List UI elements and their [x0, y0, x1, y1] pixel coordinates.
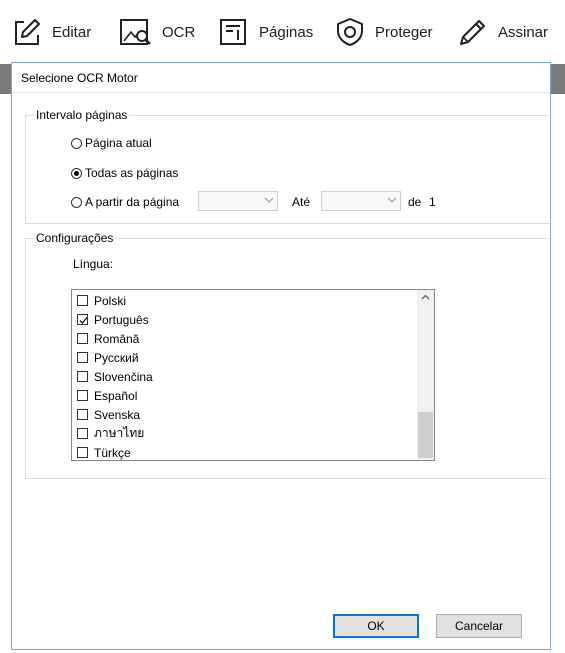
language-item[interactable]: Română — [77, 329, 139, 348]
toolbar-edit-button[interactable]: Editar — [12, 0, 91, 64]
toolbar-protect-button[interactable]: Proteger — [335, 0, 433, 64]
language-checkbox[interactable] — [77, 409, 88, 420]
language-item[interactable]: Türkçe — [77, 443, 131, 462]
language-checkbox[interactable] — [77, 352, 88, 363]
radio-from-page-label: A partir da página — [85, 195, 180, 209]
ocr-icon — [120, 19, 151, 45]
language-item[interactable]: Polski — [77, 291, 126, 310]
language-item-label: Türkçe — [94, 445, 131, 460]
language-item-label: Română — [94, 331, 140, 346]
language-listbox[interactable]: Polski Português Română Русский Slovenči… — [71, 289, 435, 461]
chevron-down-icon — [387, 197, 397, 203]
radio-current-page-label: Página atual — [85, 136, 152, 150]
language-item[interactable]: Русский — [77, 348, 139, 367]
language-item-label: Português — [94, 312, 149, 327]
to-page-select[interactable] — [321, 191, 401, 211]
language-label: Língua: — [73, 257, 114, 271]
cancel-button[interactable]: Cancelar — [436, 614, 522, 638]
language-checkbox[interactable] — [77, 428, 88, 439]
language-item-label: ภาษาไทย — [94, 426, 145, 440]
toolbar-ocr-button[interactable]: OCR — [120, 0, 195, 64]
shield-icon — [337, 18, 363, 46]
language-item-label: Slovenčina — [94, 369, 153, 384]
edit-icon — [15, 19, 40, 45]
language-item[interactable]: ภาษาไทย — [77, 424, 144, 443]
dialog-title: Selecione OCR Motor — [12, 63, 550, 93]
radio-all-pages-circle[interactable] — [71, 167, 82, 179]
chevron-up-icon[interactable] — [421, 294, 430, 300]
toolbar-sign-button[interactable]: Assinar — [458, 0, 548, 64]
total-pages: 1 — [429, 195, 436, 209]
radio-current-page-circle[interactable] — [71, 137, 82, 149]
toolbar-protect-label: Proteger — [375, 23, 433, 41]
language-checkbox[interactable] — [77, 314, 88, 325]
to-label: Até — [292, 195, 311, 209]
radio-current-page[interactable]: Página atual — [71, 136, 152, 150]
language-item-label: Svenska — [94, 407, 141, 422]
pen-icon — [460, 20, 485, 45]
main-toolbar: Editar OCR Páginas Proteger Assinar — [0, 0, 565, 64]
language-checkbox[interactable] — [77, 333, 88, 344]
language-item[interactable]: Português — [77, 310, 149, 329]
language-item[interactable]: Español — [77, 386, 137, 405]
page-range-group: Intervalo páginas Página atual Todas as … — [25, 107, 552, 224]
language-item[interactable]: Svenska — [77, 405, 140, 424]
language-checkbox[interactable] — [77, 447, 88, 458]
toolbar-edit-label: Editar — [52, 23, 92, 41]
ok-button[interactable]: OK — [333, 614, 419, 638]
scrollbar-thumb[interactable] — [418, 412, 433, 458]
from-page-select[interactable] — [198, 191, 278, 211]
toolbar-ocr-label: OCR — [162, 23, 196, 41]
settings-label: Configurações — [34, 230, 116, 246]
radio-from-page-circle[interactable] — [71, 196, 82, 208]
toolbar-pages-label: Páginas — [259, 23, 314, 41]
language-item-label: Español — [94, 388, 138, 403]
language-item-label: Русский — [94, 350, 139, 365]
toolbar-pages-button[interactable]: Páginas — [219, 0, 313, 64]
ocr-engine-dialog: Selecione OCR Motor Intervalo páginas Pá… — [11, 62, 552, 650]
language-item-label: Polski — [94, 293, 127, 308]
radio-all-pages-label: Todas as páginas — [85, 166, 179, 180]
pages-icon — [220, 19, 246, 45]
language-item[interactable]: Slovenčina — [77, 367, 153, 386]
toolbar-sign-label: Assinar — [498, 23, 549, 41]
checkmark-icon — [79, 317, 88, 324]
language-checkbox[interactable] — [77, 390, 88, 401]
radio-all-pages[interactable]: Todas as páginas — [71, 166, 178, 180]
page-range-label: Intervalo páginas — [34, 107, 130, 123]
language-checkbox[interactable] — [77, 295, 88, 306]
radio-from-page[interactable]: A partir da página — [71, 195, 179, 209]
language-checkbox[interactable] — [77, 371, 88, 382]
of-label: de — [408, 195, 422, 209]
chevron-down-icon — [264, 197, 274, 203]
language-scrollbar[interactable] — [417, 290, 434, 460]
